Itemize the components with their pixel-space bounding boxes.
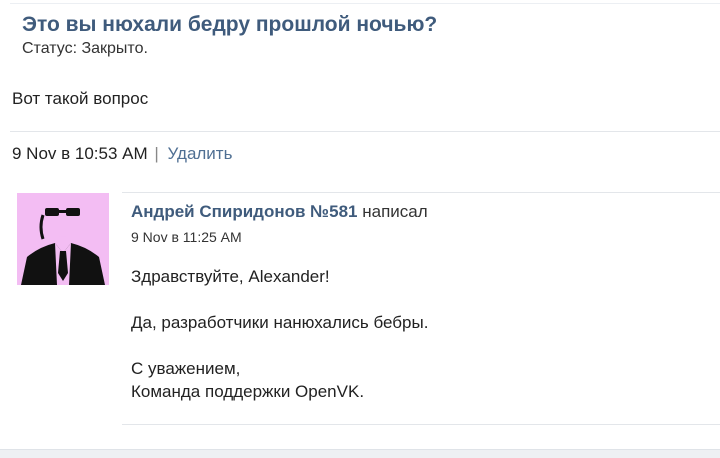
reply-body: Здравствуйте, Alexander! Да, разработчик… xyxy=(131,265,428,403)
reply-date: 9 Nov в 11:25 AM xyxy=(131,229,242,245)
meta-separator: | xyxy=(154,144,159,163)
reply-closing-2: Команда поддержки OpenVK. xyxy=(131,382,365,401)
reply-closing-1: С уважением, xyxy=(131,359,241,378)
reply-bottom-divider xyxy=(122,424,720,425)
reply-action: написал xyxy=(362,202,428,221)
reply-greeting: Здравствуйте, Alexander! xyxy=(131,267,330,286)
ticket-question-text: Вот такой вопрос xyxy=(12,89,149,108)
top-divider xyxy=(10,3,720,4)
ticket-title: Это вы нюхали бедру прошлой ночью? xyxy=(22,13,438,36)
avatar[interactable] xyxy=(17,193,109,285)
reply-top-divider xyxy=(122,192,720,193)
reply-author-link[interactable]: Андрей Спиридонов №581 xyxy=(131,202,358,221)
reply-message: Да, разработчики нанюхались бебры. xyxy=(131,313,429,332)
agent-avatar-icon xyxy=(21,201,105,285)
ticket-status: Статус: Закрыто. xyxy=(22,40,148,57)
delete-link[interactable]: Удалить xyxy=(168,144,233,163)
ticket-meta: 9 Nov в 10:53 AM | Удалить xyxy=(12,144,232,164)
reply-author-line: Андрей Спиридонов №581 написал xyxy=(131,202,428,222)
ticket-date: 9 Nov в 10:53 AM xyxy=(12,144,148,163)
ticket-divider xyxy=(10,131,720,132)
